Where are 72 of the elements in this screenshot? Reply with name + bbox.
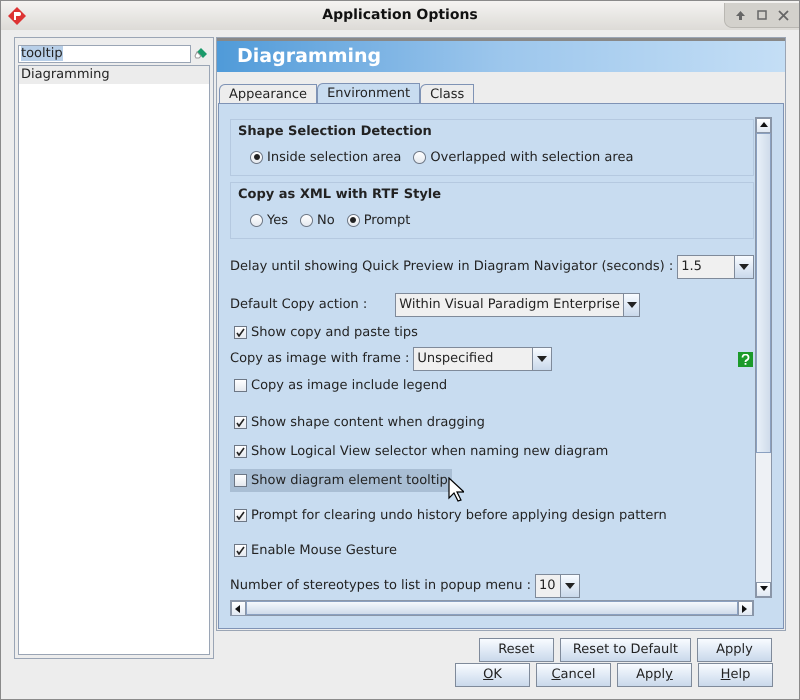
checkbox-row[interactable]: Show shape content when dragging <box>230 411 489 434</box>
horizontal-scrollbar[interactable] <box>230 600 754 616</box>
radio-label: Overlapped with selection area <box>430 148 634 166</box>
window-title: Application Options <box>322 6 478 25</box>
panel-button[interactable]: Reset <box>478 638 554 662</box>
radio-label: Prompt <box>364 212 410 230</box>
checkbox[interactable] <box>234 416 247 429</box>
radio-label: No <box>317 212 335 230</box>
caret-icon <box>564 583 575 589</box>
scroll-up-button[interactable] <box>756 118 771 133</box>
checkbox-row[interactable]: Prompt for clearing undo history before applying design pattern <box>230 504 671 527</box>
radio-button[interactable] <box>413 150 426 164</box>
tab[interactable]: Environment <box>317 83 420 103</box>
panel-button[interactable]: Apply <box>697 638 772 662</box>
radio-button[interactable] <box>250 150 263 164</box>
checkbox-label: Show Logical View selector when naming new diagram <box>251 442 608 461</box>
close-icon[interactable] <box>778 10 790 20</box>
checkbox[interactable] <box>234 544 247 557</box>
tab[interactable]: Appearance <box>219 84 318 104</box>
arrow-up-icon[interactable] <box>734 10 746 20</box>
radio-button[interactable] <box>250 214 263 227</box>
checkbox[interactable] <box>234 445 247 458</box>
checkbox[interactable] <box>234 509 247 522</box>
search-field[interactable]: tooltip <box>18 44 191 62</box>
dropdown[interactable]: 10 <box>534 574 580 598</box>
dropdown[interactable]: 1.5 <box>677 255 754 279</box>
maximize-icon[interactable] <box>756 10 767 20</box>
checkbox[interactable] <box>234 474 247 487</box>
checkbox-row[interactable]: Copy as image include legend <box>230 374 452 397</box>
radio-button[interactable] <box>346 214 360 227</box>
radio-label: Inside selection area <box>267 148 402 166</box>
scroll-left-button[interactable] <box>231 601 246 616</box>
setting-label: Number of stereotypes to list in popup menu : <box>230 577 531 596</box>
mouse-cursor-icon <box>448 477 464 503</box>
scroll-thumb[interactable] <box>756 133 771 453</box>
dialog-button[interactable]: Cancel <box>536 663 611 687</box>
group-title: Copy as XML with RTF Style <box>238 186 442 204</box>
checkbox-label: Enable Mouse Gesture <box>251 542 397 560</box>
checkbox-label: Show copy and paste tips <box>251 324 418 342</box>
dialog-button[interactable]: Apply <box>617 663 692 687</box>
caret-icon <box>626 302 637 308</box>
checkbox[interactable] <box>234 379 247 392</box>
scroll-down-button[interactable] <box>756 582 771 597</box>
dropdown[interactable]: Unspecified <box>413 347 552 371</box>
radio-label: Yes <box>267 212 288 230</box>
scroll-right-button[interactable] <box>738 601 753 616</box>
checkbox-row[interactable]: Enable Mouse Gesture <box>230 539 401 562</box>
tab[interactable]: Class <box>420 84 474 104</box>
setting-label: Default Copy action : <box>230 296 368 314</box>
setting-label: Delay until showing Quick Preview in Diagram Navigator (seconds) : <box>230 258 674 276</box>
checkbox-row[interactable]: Show Logical View selector when naming new diagram <box>230 440 612 463</box>
group-title: Shape Selection Detection <box>238 123 433 141</box>
checkbox-row[interactable]: Show copy and paste tips <box>230 321 422 344</box>
checkbox-label: Copy as image include legend <box>251 376 448 395</box>
radio-button[interactable] <box>300 214 313 227</box>
caret-icon <box>537 356 548 362</box>
checkbox-label: Show shape content when dragging <box>251 414 485 432</box>
dropdown[interactable]: Within Visual Paradigm Enterprise <box>395 293 640 317</box>
vertical-scrollbar[interactable] <box>755 117 772 598</box>
sidebar-item[interactable]: Diagramming <box>19 66 209 84</box>
scroll-thumb[interactable] <box>246 601 738 615</box>
app-logo-icon <box>7 6 27 26</box>
checkbox-label: Prompt for clearing undo history before applying design pattern <box>251 506 667 525</box>
checkbox-label: Show diagram element tooltip <box>251 472 448 490</box>
dialog-button[interactable]: OK <box>455 663 530 687</box>
help-icon[interactable] <box>738 352 753 366</box>
setting-label: Copy as image with frame : <box>230 350 410 368</box>
panel-button[interactable]: Reset to Default <box>560 638 691 662</box>
checkbox[interactable] <box>234 326 247 339</box>
section-header: Diagramming <box>217 38 785 72</box>
caret-icon <box>739 264 749 270</box>
dialog-button[interactable]: Help <box>698 663 773 687</box>
